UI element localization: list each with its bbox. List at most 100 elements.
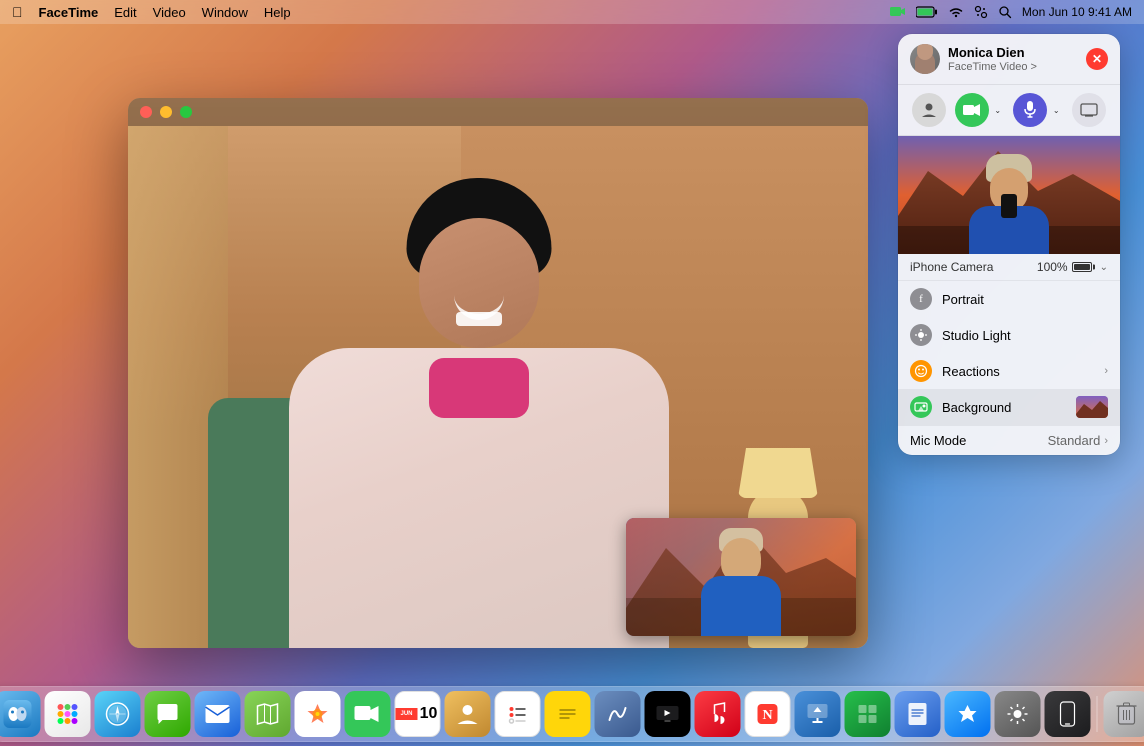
contact-avatar [910,44,940,74]
mic-mode-standard: Standard [1048,433,1101,448]
dock-item-news[interactable]: N [745,691,791,737]
sv-person-body [701,576,781,636]
wifi-icon [948,6,964,18]
facetime-status-icon[interactable] [890,4,906,20]
mic-mode-label: Mic Mode [910,433,966,448]
expand-chevron[interactable]: ⌄ [1100,262,1108,273]
contact-name: Monica Dien [948,45,1037,61]
battery-info: 100% ⌄ [1037,260,1108,274]
panel-close-button[interactable]: ✕ [1086,48,1108,70]
dock-item-maps[interactable] [245,691,291,737]
battery-icon [1072,262,1092,272]
facetime-titlebar [128,98,868,126]
dock-item-facetime[interactable] [345,691,391,737]
dock-item-syspreferences[interactable] [995,691,1041,737]
person-shirt [289,348,669,648]
apple-menu-icon[interactable]:  [12,4,23,20]
app-name[interactable]: FaceTime [39,5,99,20]
background-label: Background [942,400,1066,415]
facetime-window [128,98,868,648]
dock-item-appstore[interactable] [945,691,991,737]
portrait-icon: f [910,288,932,310]
dock-item-messages[interactable] [145,691,191,737]
lamp-shade [738,448,818,498]
dock-item-contacts[interactable] [445,691,491,737]
menubar:  FaceTime Edit Video Window Help Mon Ju… [0,0,1144,24]
camera-info-row: iPhone Camera 100% ⌄ [898,254,1120,281]
dock-item-trash[interactable] [1104,691,1144,737]
minimize-button[interactable] [160,106,172,118]
dock-item-photos[interactable] [295,691,341,737]
svg-text:N: N [762,708,772,723]
effects-button[interactable] [912,93,946,127]
dock-separator [1097,696,1098,732]
dock-item-music[interactable] [695,691,741,737]
mic-button-group[interactable]: ⌄ [1013,93,1063,127]
person-face [419,218,539,348]
dock-item-finder[interactable] [0,691,41,737]
mic-mode-row[interactable]: Mic Mode Standard › [898,425,1120,455]
dock-item-appletv[interactable] [645,691,691,737]
video-preview [898,136,1120,254]
dock-item-iphone[interactable] [1045,691,1091,737]
avatar-head [917,44,933,60]
screen-share-button[interactable] [1072,93,1106,127]
maximize-button[interactable] [180,106,192,118]
person-head-wrapper [409,178,549,358]
reactions-chevron: › [1104,365,1108,377]
dock-item-calendar[interactable]: JUN 10 [395,691,441,737]
contact-info: Monica Dien FaceTime Video > [910,44,1037,74]
contact-header: Monica Dien FaceTime Video > ✕ [898,34,1120,85]
menu-video[interactable]: Video [153,5,186,20]
video-feed [128,98,868,648]
pv-scarf [1001,194,1017,218]
studio-light-menu-item[interactable]: Studio Light [898,317,1120,353]
dock-item-keynote[interactable] [795,691,841,737]
camera-label: iPhone Camera [910,260,993,274]
control-panel: Monica Dien FaceTime Video > ✕ ⌄ ⌄ [898,34,1120,455]
preview-person [969,154,1049,254]
dock-item-reminders[interactable] [495,691,541,737]
menu-help[interactable]: Help [264,5,291,20]
effects-icon [912,93,946,127]
reactions-menu-item[interactable]: Reactions › [898,353,1120,389]
studio-light-icon [910,324,932,346]
mic-on-icon [1013,93,1047,127]
main-person-figure [289,348,669,648]
screen-share-icon [1072,93,1106,127]
dock: JUN 10 N [0,686,1144,742]
menu-window[interactable]: Window [202,5,248,20]
reactions-icon [910,360,932,382]
dock-item-mail[interactable] [195,691,241,737]
mic-mode-chevron: › [1104,435,1108,447]
datetime: Mon Jun 10 9:41 AM [1022,5,1132,19]
background-icon [910,396,932,418]
dock-item-launchpad[interactable] [45,691,91,737]
battery-percentage: 100% [1037,260,1068,274]
mic-dropdown-arrow[interactable]: ⌄ [1049,93,1063,127]
self-view-pip[interactable] [626,518,856,636]
battery-fill [1074,264,1090,270]
dock-item-notes[interactable] [545,691,591,737]
dock-item-numbers[interactable] [845,691,891,737]
video-button-group[interactable]: ⌄ [955,93,1005,127]
close-button[interactable] [140,106,152,118]
reactions-label: Reactions [942,364,1094,379]
contact-text-block: Monica Dien FaceTime Video > [948,45,1037,73]
dock-item-pages[interactable] [895,691,941,737]
control-center-icon[interactable] [974,5,988,19]
dock-item-safari[interactable] [95,691,141,737]
background-thumbnail [1076,396,1108,418]
mic-mode-value: Standard › [1048,433,1108,448]
contact-subtitle[interactable]: FaceTime Video > [948,61,1037,73]
portrait-menu-item[interactable]: f Portrait [898,281,1120,317]
video-on-icon [955,93,989,127]
menubar-right: Mon Jun 10 9:41 AM [890,4,1132,20]
battery-status-icon [916,6,938,18]
search-icon[interactable] [998,5,1012,19]
video-dropdown-arrow[interactable]: ⌄ [991,93,1005,127]
menu-edit[interactable]: Edit [114,5,136,20]
controls-row: ⌄ ⌄ [898,85,1120,136]
dock-item-freeform[interactable] [595,691,641,737]
background-menu-item[interactable]: Background [898,389,1120,425]
